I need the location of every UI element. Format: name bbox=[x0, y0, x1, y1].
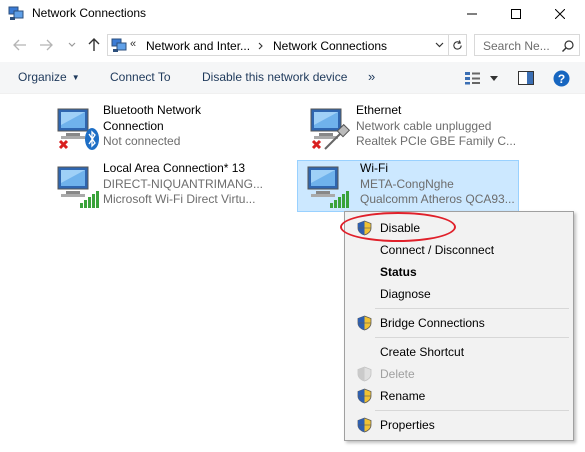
menu-separator bbox=[375, 308, 569, 309]
connection-name-continued: Connection bbox=[103, 118, 164, 133]
network-adapter-icon bbox=[310, 108, 351, 150]
menu-label: Diagnose bbox=[380, 287, 431, 301]
connection-network: DIRECT-NIQUANTRIMANG... bbox=[103, 176, 264, 191]
svg-text:?: ? bbox=[558, 71, 565, 85]
caret-down-icon bbox=[490, 75, 498, 81]
chevron-down-icon bbox=[68, 42, 76, 47]
more-commands-button[interactable]: » bbox=[368, 69, 375, 84]
address-history-button[interactable] bbox=[430, 35, 448, 55]
connection-item-ethernet[interactable]: Ethernet Network cable unplugged Realtek… bbox=[300, 102, 540, 154]
change-view-button[interactable] bbox=[464, 68, 498, 88]
menu-item-diagnose[interactable]: Diagnose bbox=[345, 283, 573, 305]
menu-item-properties[interactable]: Properties bbox=[345, 414, 573, 436]
caret-down-icon: ▼ bbox=[71, 73, 80, 82]
connection-network: META-CongNghe bbox=[360, 176, 454, 191]
menu-label: Rename bbox=[380, 389, 426, 403]
breadcrumb-network-connections[interactable]: Network Connections bbox=[273, 39, 387, 53]
uac-shield-icon bbox=[357, 220, 372, 236]
search-box[interactable]: Search Ne... bbox=[474, 34, 580, 56]
view-options-icon bbox=[465, 72, 480, 85]
connection-name: Local Area Connection* 13 bbox=[103, 161, 246, 175]
connection-name: Bluetooth Network bbox=[103, 103, 202, 117]
menu-label: Delete bbox=[380, 367, 415, 381]
menu-item-rename[interactable]: Rename bbox=[345, 385, 573, 407]
search-input[interactable]: Search Ne... bbox=[483, 39, 550, 53]
connection-item-local-area-13[interactable]: Local Area Connection* 13 DIRECT-NIQUANT… bbox=[47, 160, 287, 212]
connection-device: Realtek PCIe GBE Family C... bbox=[356, 134, 517, 148]
organize-label: Organize bbox=[18, 70, 67, 84]
title-bar: Network Connections bbox=[0, 0, 585, 28]
menu-separator bbox=[375, 337, 569, 338]
network-adapter-icon bbox=[57, 108, 99, 150]
menu-item-status[interactable]: Status bbox=[345, 261, 573, 283]
preview-pane-button[interactable] bbox=[518, 68, 534, 88]
arrow-up-icon bbox=[88, 38, 100, 51]
connection-status: Not connected bbox=[103, 134, 181, 148]
search-icon[interactable] bbox=[561, 39, 575, 53]
minimize-button[interactable] bbox=[450, 0, 494, 28]
uac-shield-icon bbox=[357, 366, 372, 382]
menu-item-create-shortcut[interactable]: Create Shortcut bbox=[345, 341, 573, 363]
menu-label: Status bbox=[380, 265, 417, 279]
menu-item-connect-disconnect[interactable]: Connect / Disconnect bbox=[345, 239, 573, 261]
maximize-button[interactable] bbox=[494, 0, 538, 28]
network-connections-icon bbox=[111, 38, 127, 52]
help-button[interactable]: ? bbox=[553, 68, 570, 88]
menu-item-bridge-connections[interactable]: Bridge Connections bbox=[345, 312, 573, 334]
maximize-icon bbox=[511, 9, 521, 19]
minimize-icon bbox=[467, 13, 477, 15]
menu-label: Properties bbox=[380, 418, 435, 432]
navigation-bar: « Network and Inter... Network Connectio… bbox=[0, 28, 585, 62]
address-bar[interactable]: « Network and Inter... Network Connectio… bbox=[107, 34, 467, 56]
chevron-down-icon bbox=[435, 42, 443, 48]
recent-locations-button[interactable] bbox=[62, 36, 82, 54]
window-title: Network Connections bbox=[32, 6, 147, 20]
refresh-icon bbox=[453, 39, 462, 50]
connection-item-bluetooth[interactable]: Bluetooth Network Connection Not connect… bbox=[47, 102, 287, 154]
menu-separator bbox=[375, 410, 569, 411]
menu-item-disable[interactable]: Disable bbox=[345, 217, 573, 239]
chevron-right-icon[interactable] bbox=[258, 42, 264, 50]
menu-label: Bridge Connections bbox=[380, 316, 485, 330]
help-icon: ? bbox=[553, 70, 570, 86]
connection-device: Qualcomm Atheros QCA93... bbox=[360, 192, 515, 206]
uac-shield-icon bbox=[357, 417, 372, 433]
forward-button[interactable] bbox=[36, 36, 56, 54]
connection-status: Network cable unplugged bbox=[356, 118, 492, 133]
command-bar: Organize ▼ Connect To Disable this networ… bbox=[0, 62, 585, 94]
connection-device: Microsoft Wi-Fi Direct Virtu... bbox=[103, 192, 256, 206]
uac-shield-icon bbox=[357, 315, 372, 331]
connect-to-button[interactable]: Connect To bbox=[110, 70, 171, 84]
close-button[interactable] bbox=[538, 0, 582, 28]
menu-item-delete: Delete bbox=[345, 363, 573, 385]
connection-name: Wi-Fi bbox=[360, 161, 388, 175]
menu-label: Connect / Disconnect bbox=[380, 243, 495, 257]
connection-item-wifi[interactable]: Wi-Fi META-CongNghe Qualcomm Atheros QCA… bbox=[297, 160, 519, 212]
arrow-left-icon bbox=[13, 39, 26, 51]
connection-name: Ethernet bbox=[356, 103, 402, 117]
back-button[interactable] bbox=[10, 36, 30, 54]
close-icon bbox=[555, 9, 565, 19]
breadcrumb-overflow[interactable]: « bbox=[130, 38, 136, 50]
refresh-button[interactable] bbox=[448, 35, 466, 55]
up-button[interactable] bbox=[84, 36, 104, 54]
uac-shield-icon bbox=[357, 388, 372, 404]
disable-device-button[interactable]: Disable this network device bbox=[202, 70, 347, 84]
preview-pane-icon bbox=[518, 71, 534, 85]
network-adapter-icon bbox=[307, 166, 349, 208]
organize-button[interactable]: Organize ▼ bbox=[18, 70, 80, 84]
menu-label: Create Shortcut bbox=[380, 345, 465, 359]
network-adapter-icon bbox=[57, 166, 99, 208]
arrow-right-icon bbox=[40, 39, 53, 51]
breadcrumb-network-internet[interactable]: Network and Inter... bbox=[146, 39, 250, 53]
menu-label: Disable bbox=[380, 221, 421, 235]
network-connections-icon bbox=[8, 6, 24, 20]
context-menu: Disable Connect / Disconnect Status Diag… bbox=[344, 211, 574, 441]
